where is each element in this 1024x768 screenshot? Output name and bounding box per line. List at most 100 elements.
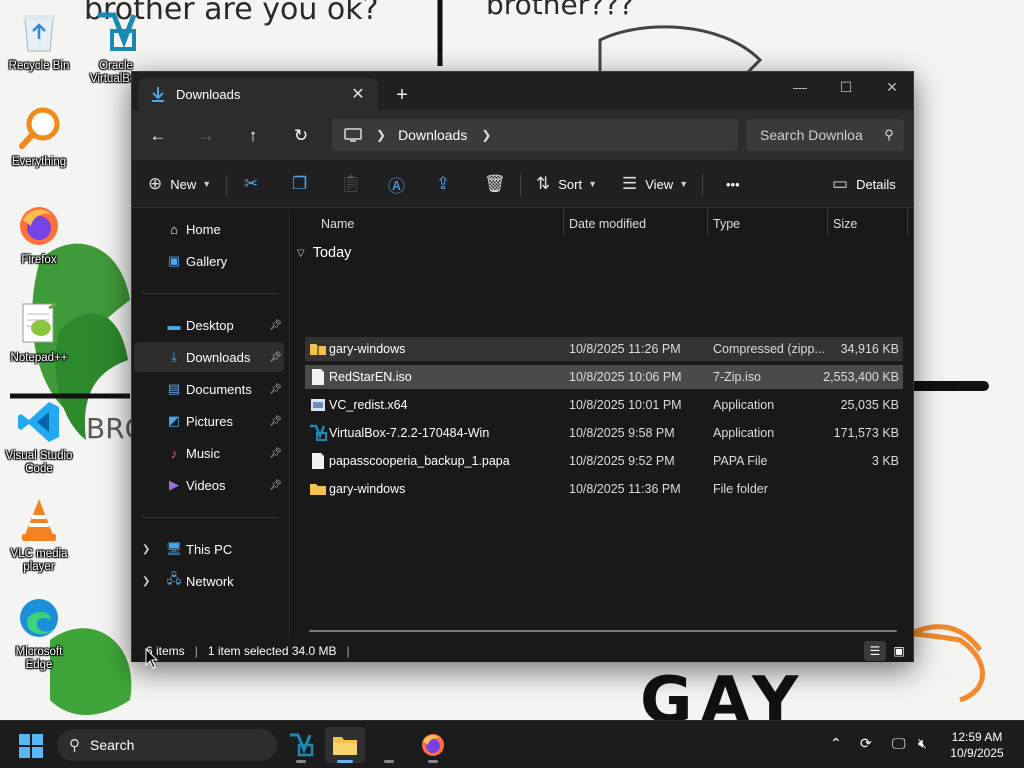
column-separator[interactable] xyxy=(827,209,828,235)
sidebar-item-documents[interactable]: ▤ Documents 📌︎ xyxy=(134,374,284,404)
network-display-icon[interactable]: 🖵︎ xyxy=(892,735,906,752)
back-button[interactable]: ← xyxy=(144,122,172,150)
taskbar-search[interactable]: ⚲ Search xyxy=(57,729,277,761)
sort-button[interactable]: ⇅ Sort ▼ xyxy=(536,170,597,198)
sidebar-item-this-pc[interactable]: ❯ 🖥︎ This PC xyxy=(134,534,284,564)
tab-close-button[interactable]: ✕ xyxy=(344,80,372,108)
file-name: VC_redist.x64 xyxy=(329,398,408,412)
expand-chevron-icon[interactable]: ❯ xyxy=(142,576,150,587)
desktop-icon-label: Microsoft Edge xyxy=(15,646,63,671)
taskbar-app-firefox[interactable] xyxy=(413,727,453,763)
maximize-button[interactable]: ☐ xyxy=(823,72,869,102)
minimize-button[interactable]: — xyxy=(777,72,823,102)
new-button[interactable]: ⊕ New ▼ xyxy=(148,170,211,198)
sidebar-item-home[interactable]: ⌂ Home xyxy=(134,214,284,244)
taskbar-search-label: Search xyxy=(90,737,135,753)
desktop-icon-firefox[interactable]: Firefox xyxy=(1,202,77,267)
table-row-gary-windows-zip[interactable]: gary-windows 10/8/2025 11:26 PM Compress… xyxy=(305,337,903,361)
column-header-size[interactable]: Size xyxy=(833,209,857,239)
paste-button[interactable]: 📋︎ xyxy=(340,170,362,198)
running-indicator xyxy=(296,760,306,763)
vlc-icon xyxy=(15,496,63,544)
copy-button[interactable]: ❐ xyxy=(292,170,307,198)
file-name: RedStarEN.iso xyxy=(329,370,412,384)
search-box[interactable]: Search Downloa ⚲ xyxy=(746,119,904,151)
refresh-button[interactable]: ↻ xyxy=(287,122,315,150)
address-bar[interactable]: ❯ Downloads ❯ xyxy=(332,119,738,151)
search-input[interactable]: Search Downloa xyxy=(760,127,874,143)
table-row-redstaren-iso[interactable]: RedStarEN.iso 10/8/2025 10:06 PM 7-Zip.i… xyxy=(305,365,903,389)
taskbar-app-file-explorer[interactable] xyxy=(325,727,365,763)
chevron-right-icon[interactable]: ❯ xyxy=(481,128,491,142)
forward-button[interactable]: → xyxy=(192,122,220,150)
pin-icon: 📌︎ xyxy=(269,351,282,363)
notepadplusplus-icon xyxy=(15,300,63,348)
column-header-type[interactable]: Type xyxy=(713,209,740,239)
close-window-button[interactable]: ✕ xyxy=(869,72,915,102)
file-date: 10/8/2025 9:52 PM xyxy=(569,454,675,468)
separator xyxy=(702,174,703,196)
delete-button[interactable]: 🗑︎ xyxy=(484,170,506,198)
desktop-icon-notepadpp[interactable]: Notepad++ xyxy=(1,300,77,365)
details-pane-button[interactable]: ▭ Details xyxy=(832,170,896,198)
desktop-icon-vscode[interactable]: Visual Studio Code xyxy=(1,398,77,476)
new-tab-button[interactable]: + xyxy=(388,82,416,108)
sidebar-item-desktop[interactable]: ▬ Desktop 📌︎ xyxy=(134,310,284,340)
more-options-button[interactable]: ••• xyxy=(718,170,740,198)
group-header-today[interactable]: ▽ Today xyxy=(297,241,351,265)
tiles-view-button[interactable]: ▣ xyxy=(888,641,910,661)
sidebar-item-network[interactable]: ❯ 🖧︎ Network xyxy=(134,566,284,596)
horizontal-scrollbar[interactable] xyxy=(309,630,897,632)
desktop-icon-vlc[interactable]: VLC media player xyxy=(1,496,77,574)
rename-icon: Ⓐ xyxy=(388,176,405,196)
virtualbox-icon xyxy=(290,733,314,757)
details-view-button[interactable]: ☰ xyxy=(864,641,886,661)
file-date: 10/8/2025 10:01 PM xyxy=(569,398,682,412)
sidebar-item-music[interactable]: ♪ Music 📌︎ xyxy=(134,438,284,468)
sidebar-item-label: Home xyxy=(186,221,221,237)
command-bar: ⊕ New ▼ ✂ ❐ 📋︎ Ⓐ ⇪ 🗑︎ ⇅ Sort ▼ ☰ View ▼ … xyxy=(132,160,913,208)
column-separator[interactable] xyxy=(707,209,708,235)
column-separator[interactable] xyxy=(563,209,564,235)
desktop-icon-recycle-bin[interactable]: Recycle Bin xyxy=(1,8,77,73)
system-clock[interactable]: 12:59 AM 10/9/2025 xyxy=(940,729,1014,761)
column-separator[interactable] xyxy=(907,209,908,235)
table-row-vc-redist[interactable]: VC_redist.x64 10/8/2025 10:01 PM Applica… xyxy=(305,393,903,417)
breadcrumb-downloads[interactable]: Downloads xyxy=(398,127,467,143)
show-hidden-icons-chevron[interactable]: ⌃ xyxy=(830,735,842,752)
cut-button[interactable]: ✂ xyxy=(244,170,258,198)
column-header-name[interactable]: Name xyxy=(321,209,354,239)
taskbar-app-virtualbox[interactable] xyxy=(281,727,321,763)
tab-downloads[interactable]: Downloads ✕ xyxy=(138,78,378,110)
clock-time: 12:59 AM xyxy=(951,730,1003,744)
file-type: File folder xyxy=(713,482,768,496)
desktop-icon-everything[interactable]: Everything xyxy=(1,104,77,169)
separator xyxy=(520,174,521,196)
copy-icon: ❐ xyxy=(292,174,308,193)
share-icon: ⇪ xyxy=(436,174,451,193)
sidebar-item-gallery[interactable]: ▣ Gallery xyxy=(134,246,284,276)
view-button[interactable]: ☰ View ▼ xyxy=(622,170,688,198)
sync-icon[interactable]: ⟳ xyxy=(860,735,872,752)
sidebar-item-downloads[interactable]: ⤓ Downloads 📌︎ xyxy=(134,342,284,372)
table-row-papa-file[interactable]: papasscooperia_backup_1.papa 10/8/2025 9… xyxy=(305,449,903,473)
more-label: ••• xyxy=(726,176,740,192)
up-button[interactable]: ↑ xyxy=(239,122,267,150)
sidebar-item-videos[interactable]: ▶ Videos 📌︎ xyxy=(134,470,284,500)
expand-chevron-icon[interactable]: ❯ xyxy=(142,544,150,555)
desktop-icon-edge[interactable]: Microsoft Edge xyxy=(1,594,77,672)
table-row-gary-windows-folder[interactable]: gary-windows 10/8/2025 11:36 PM File fol… xyxy=(305,477,903,501)
table-row-virtualbox-installer[interactable]: VirtualBox-7.2.2-170484-Win 10/8/2025 9:… xyxy=(305,421,903,445)
column-header-date[interactable]: Date modified xyxy=(569,209,646,239)
sidebar-divider xyxy=(142,293,278,294)
sidebar-item-pictures[interactable]: ◩ Pictures 📌︎ xyxy=(134,406,284,436)
start-button[interactable] xyxy=(19,734,43,758)
navigation-pane: ⌂ Home ▣ Gallery ▬ Desktop 📌︎ ⤓ Download… xyxy=(132,209,290,639)
details-view-icon: ☰ xyxy=(869,644,881,658)
sidebar-item-label: Downloads xyxy=(186,349,251,365)
rename-button[interactable]: Ⓐ xyxy=(388,170,405,198)
taskbar-app-blank[interactable] xyxy=(369,727,409,763)
title-bar[interactable]: Downloads ✕ + — ☐ ✕ xyxy=(132,72,913,110)
share-button[interactable]: ⇪ xyxy=(436,170,450,198)
volume-muted-icon[interactable]: 🔇︎ xyxy=(918,735,927,752)
